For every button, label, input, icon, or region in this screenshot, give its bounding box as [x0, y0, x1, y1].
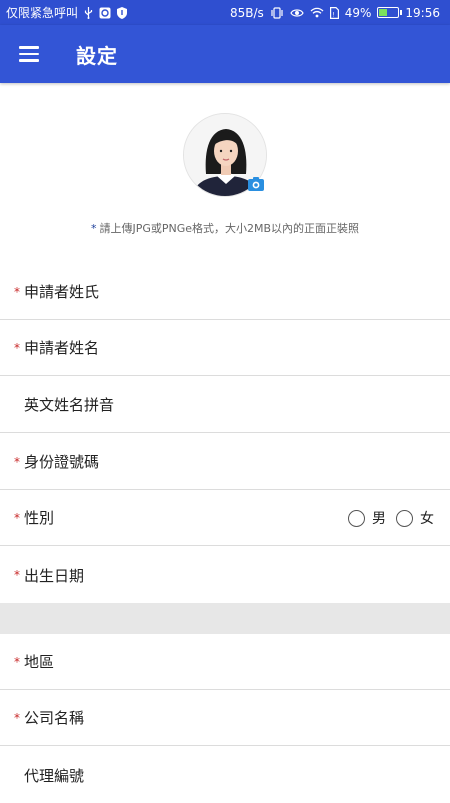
gender-male-radio[interactable]	[348, 509, 365, 527]
field-id-number[interactable]: * 身份證號碼	[0, 434, 450, 490]
profile-photo[interactable]	[183, 113, 267, 197]
field-company-name[interactable]: * 公司名稱	[0, 690, 450, 746]
field-region[interactable]: * 地區	[0, 634, 450, 690]
usb-icon	[84, 6, 93, 19]
photo-upload-hint: * 請上傳JPG或PNGe格式，大小2MB以內的正面正裝照	[0, 220, 450, 236]
field-label: 代理編號	[24, 766, 85, 785]
field-surname[interactable]: * 申請者姓氏	[0, 264, 450, 320]
gender-female-radio[interactable]	[396, 509, 413, 527]
required-star: *	[14, 568, 20, 582]
field-label: 申請者姓名	[24, 339, 100, 357]
status-bar: 仅限紧急呼叫 85B/s ! 49% 19:56	[0, 0, 450, 25]
field-label: 身份證號碼	[24, 453, 100, 471]
required-star: *	[14, 654, 20, 669]
field-label: 出生日期	[24, 566, 85, 585]
section-divider	[0, 603, 450, 634]
required-star: *	[14, 510, 20, 525]
battery-icon	[377, 7, 403, 18]
field-given-name[interactable]: * 申請者姓名	[0, 320, 450, 376]
svg-text:!: !	[332, 11, 334, 18]
clock: 19:56	[405, 5, 440, 20]
field-birth-date[interactable]: * 出生日期	[0, 547, 450, 603]
gender-options: 男 女	[348, 490, 434, 546]
field-label: 地區	[24, 653, 55, 671]
hamburger-menu-icon	[19, 42, 39, 65]
battery-fill	[379, 9, 388, 16]
field-english-name[interactable]: 英文姓名拼音	[0, 377, 450, 433]
field-label: 申請者姓氏	[24, 283, 100, 301]
wifi-icon	[310, 7, 324, 18]
required-star: *	[14, 340, 20, 355]
menu-button[interactable]	[0, 25, 58, 83]
sim-icon: !	[329, 6, 339, 19]
camera-icon[interactable]	[247, 176, 265, 192]
vibrate-icon	[270, 6, 284, 19]
app-bar: 設定	[0, 25, 450, 83]
required-star: *	[14, 284, 20, 299]
page-title: 設定	[76, 43, 118, 68]
battery-percent: 49%	[344, 5, 372, 20]
gender-male-label[interactable]: 男	[372, 508, 386, 528]
gender-female-label[interactable]: 女	[420, 508, 434, 528]
eye-icon	[290, 8, 304, 18]
required-star: *	[14, 454, 20, 469]
network-speed: 85B/s	[229, 5, 264, 20]
shield-icon	[117, 6, 128, 19]
hint-required-star: *	[90, 222, 97, 235]
field-agent-number[interactable]: 代理編號	[0, 747, 450, 803]
field-label: 性別	[24, 509, 55, 527]
field-label: 公司名稱	[24, 709, 85, 727]
app-notification-icon	[99, 7, 111, 19]
field-label: 英文姓名拼音	[24, 396, 115, 414]
field-gender: * 性別 男 女	[0, 490, 450, 546]
hint-text: 請上傳JPG或PNGe格式，大小2MB以內的正面正裝照	[99, 222, 360, 235]
required-star: *	[14, 710, 20, 725]
carrier-text: 仅限紧急呼叫	[6, 6, 79, 20]
